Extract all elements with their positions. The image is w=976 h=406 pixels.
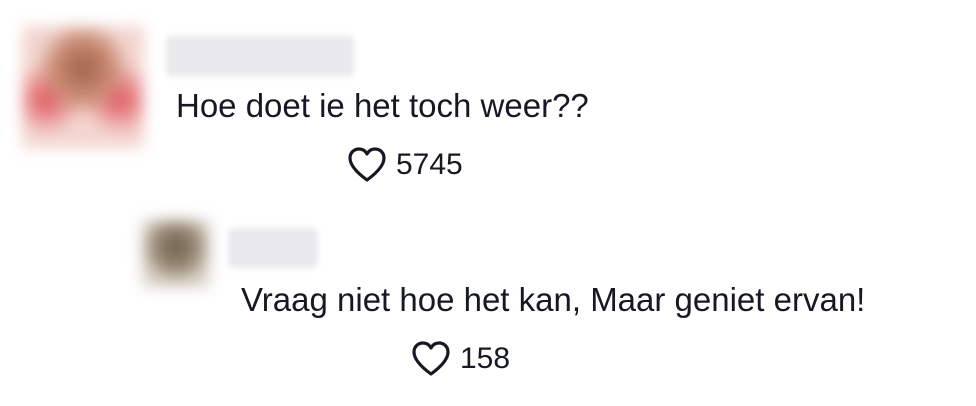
heart-outline-icon <box>348 147 386 182</box>
like-button[interactable]: 5745 <box>346 143 463 187</box>
avatar[interactable] <box>22 26 144 148</box>
heart-outline-icon <box>412 341 450 376</box>
username-redacted[interactable] <box>228 228 318 268</box>
avatar[interactable] <box>142 220 210 288</box>
like-count: 158 <box>460 342 511 375</box>
username-redacted[interactable] <box>166 36 354 76</box>
like-count: 5745 <box>396 148 463 181</box>
like-button[interactable]: 158 <box>410 337 510 381</box>
comment-text: Hoe doet ie het toch weer?? <box>176 87 589 124</box>
comment-text: Vraag niet hoe het kan, Maar geniet erva… <box>241 281 866 318</box>
